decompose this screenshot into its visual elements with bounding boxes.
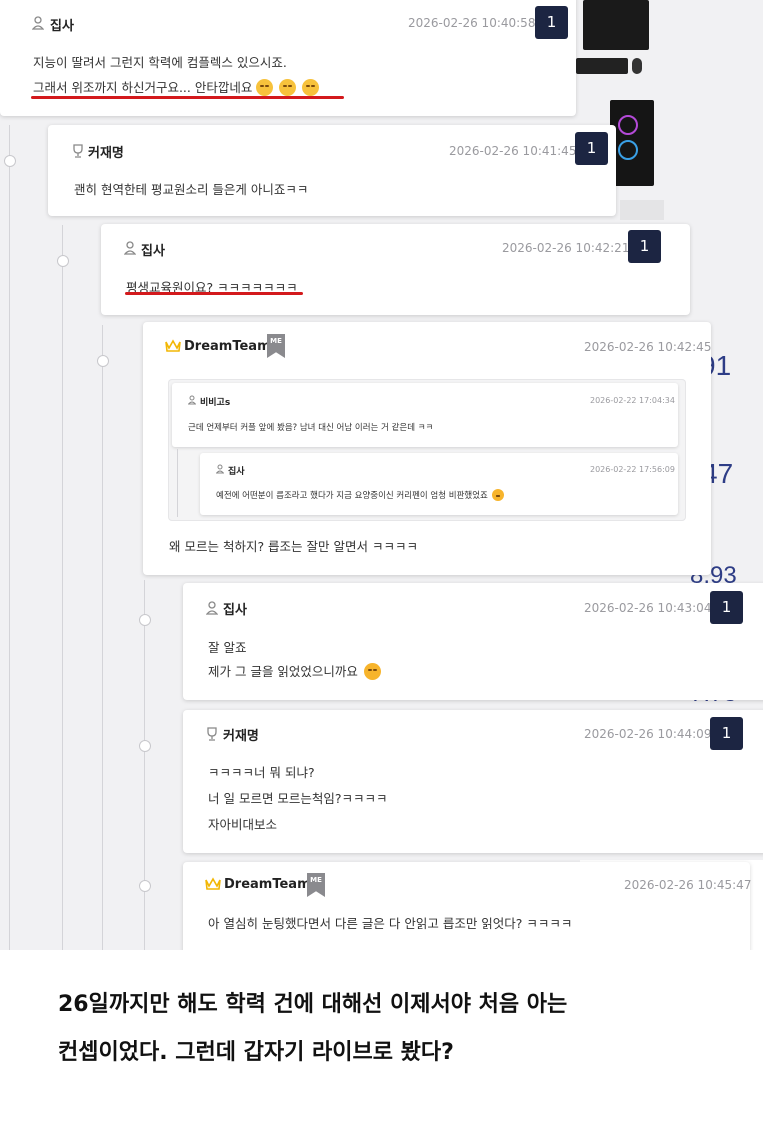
me-tag-icon: ME <box>307 873 325 897</box>
caption-text: 26일까지만 해도 학력 건에 대해선 이제서야 처음 아는 컨셉이었다. 그런… <box>58 985 738 1073</box>
thread-node <box>4 155 16 167</box>
trophy-icon <box>73 144 83 158</box>
pensive-face-emoji <box>302 79 320 96</box>
trophy-icon <box>207 727 217 741</box>
thread-node <box>139 880 151 892</box>
reply-count-badge[interactable]: 1 <box>535 6 568 39</box>
reply-count-badge[interactable]: 1 <box>628 230 661 263</box>
comment-card: DreamTeam ME 2026-02-26 10:45:47 아 열심히 눈… <box>183 862 752 950</box>
quoted-date: 2026-02-22 17:56:09 <box>590 465 675 474</box>
quoted-date: 2026-02-22 17:04:34 <box>590 396 675 405</box>
quoted-text: 예전에 어떤분이 릅조라고 했다가 지금 요양중이신 커리펜이 엄청 비판했었죠 <box>216 489 504 501</box>
comment-date: 2026-02-26 10:40:58 <box>408 16 536 30</box>
red-underline-annotation <box>31 96 344 99</box>
thread-line <box>62 225 63 950</box>
rofl-face-emoji <box>491 489 504 501</box>
comment-text: ㅋㅋㅋㅋ너 뭐 되냐? <box>208 765 315 780</box>
user-silhouette-icon <box>124 241 136 255</box>
comment-date: 2026-02-26 10:41:45 <box>449 144 577 158</box>
comment-date: 2026-02-26 10:43:04 <box>584 601 712 615</box>
comment-author[interactable]: 집사 <box>50 15 74 34</box>
user-silhouette-icon <box>32 16 44 30</box>
quoted-author: 집사 <box>228 467 245 477</box>
reply-count-badge[interactable]: 1 <box>710 717 743 750</box>
comment-date: 2026-02-26 10:45:47 <box>624 878 752 892</box>
comment-author[interactable]: DreamTeam <box>224 877 311 892</box>
comment-card: 집사 2026-02-26 10:42:21 평생교육원이요? ㅋㅋㅋㅋㅋㅋㅋ <box>101 224 690 315</box>
red-underline-annotation <box>125 292 303 295</box>
screenshot-stage: 91 47 8.93 7.78 집사 2026-02-26 10:40:58 지… <box>0 0 763 950</box>
comment-card: 커재명 2026-02-26 10:44:09 ㅋㅋㅋㅋ너 뭐 되냐? 너 일 … <box>183 710 763 853</box>
comment-text-span: 그래서 위조까지 하신거구요... 안타깝네요 <box>33 80 253 95</box>
comment-date: 2026-02-26 10:44:09 <box>584 727 712 741</box>
quoted-text: 근데 언제부터 커플 앞에 봤음? 남녀 대신 어남 이러는 거 같은데 ㅋㅋ <box>188 423 434 433</box>
comment-text: 지능이 딸려서 그런지 학력에 컴플렉스 있으시죠. <box>33 55 287 70</box>
reply-count-badge[interactable]: 1 <box>710 591 743 624</box>
quoted-comment[interactable]: 집사 2026-02-22 17:56:09 예전에 어떤분이 릅조라고 했다가… <box>200 453 678 515</box>
user-silhouette-icon <box>206 601 218 615</box>
pensive-face-emoji <box>256 79 274 96</box>
comment-author[interactable]: 집사 <box>141 240 165 259</box>
comment-author[interactable]: 커재명 <box>223 725 259 744</box>
thread-node <box>57 255 69 267</box>
mouse-image <box>632 58 642 74</box>
quoted-comment[interactable]: 비비고s 2026-02-22 17:04:34 근데 언제부터 커플 앞에 봤… <box>172 383 678 447</box>
comment-card: DreamTeam ME 2026-02-26 10:42:45 비비고s 20… <box>143 322 711 575</box>
comment-text-span: 제가 그 글을 읽었었으니까요 <box>208 664 358 679</box>
thread-line <box>9 125 10 950</box>
crown-icon <box>205 877 221 890</box>
user-silhouette-icon <box>216 464 224 474</box>
user-silhouette-icon <box>188 395 196 405</box>
reply-count-badge[interactable]: 1 <box>575 132 608 165</box>
keyboard-image <box>576 58 628 74</box>
crown-icon <box>165 339 181 352</box>
rofl-face-emoji <box>363 663 381 680</box>
comment-text: 잘 알죠 <box>208 640 247 655</box>
comment-author[interactable]: 커재명 <box>88 142 124 161</box>
thread-node <box>139 614 151 626</box>
rgb-fan-icon <box>618 115 638 135</box>
quoted-thread: 비비고s 2026-02-22 17:04:34 근데 언제부터 커플 앞에 봤… <box>168 379 686 521</box>
quoted-author: 비비고s <box>200 398 231 408</box>
thread-node <box>139 740 151 752</box>
rgb-fan-icon <box>618 140 638 160</box>
comment-text: 아 열심히 눈팅했다면서 다른 글은 다 안읽고 릅조만 읽엇다? ㅋㅋㅋㅋ <box>208 916 573 931</box>
comment-text: 제가 그 글을 읽었었으니까요 <box>208 661 381 680</box>
caption-line: 컨셉이었다. 그런데 갑자기 라이브로 봤다? <box>58 1040 454 1065</box>
comment-date: 2026-02-26 10:42:21 <box>502 241 630 255</box>
pensive-face-emoji <box>279 79 297 96</box>
comment-text: 왜 모르는 척하지? 릅조는 잘만 알면서 ㅋㅋㅋㅋ <box>169 539 418 554</box>
comment-text: 괜히 현역한테 평교원소리 들은게 아니죠ㅋㅋ <box>74 182 309 197</box>
caption-line: 26일까지만 해도 학력 건에 대해선 이제서야 처음 아는 <box>58 992 568 1017</box>
comment-author[interactable]: 집사 <box>223 599 247 618</box>
quote-thread-line <box>177 449 178 517</box>
comment-card: 집사 2026-02-26 10:43:04 잘 알죠 제가 그 글을 읽었었으… <box>183 583 763 700</box>
thread-line <box>144 580 145 950</box>
comment-text: 그래서 위조까지 하신거구요... 안타깝네요 <box>33 77 320 96</box>
thread-node <box>97 355 109 367</box>
quoted-text-span: 예전에 어떤분이 릅조라고 했다가 지금 요양중이신 커리펜이 엄청 비판했었죠 <box>216 491 488 501</box>
comment-author[interactable]: DreamTeam <box>184 339 271 354</box>
background-panel <box>620 200 664 220</box>
comment-date: 2026-02-26 10:42:45 <box>584 340 712 354</box>
me-tag-icon: ME <box>267 334 285 358</box>
thread-line <box>102 325 103 950</box>
pc-product-image <box>583 0 649 50</box>
comment-card: 커재명 2026-02-26 10:41:45 괜히 현역한테 평교원소리 들은… <box>48 125 616 216</box>
comment-card: 집사 2026-02-26 10:40:58 지능이 딸려서 그런지 학력에 컴… <box>0 0 576 116</box>
comment-text: 너 일 모르면 모르는척임?ㅋㅋㅋㅋ <box>208 791 388 806</box>
comment-text: 자아비대보소 <box>208 817 278 832</box>
